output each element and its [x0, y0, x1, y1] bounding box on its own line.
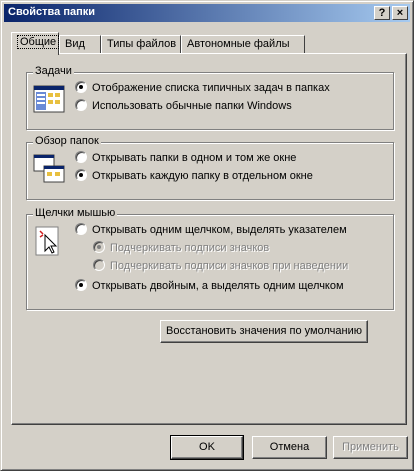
underline-always-label: Подчеркивать подписи значков [110, 242, 270, 254]
tab-offline-files[interactable]: Автономные файлы [181, 35, 305, 53]
same-window-option[interactable]: Открывать папки в одном и том же окне [75, 151, 296, 164]
browse-legend: Обзор папок [33, 135, 101, 147]
restore-defaults-button[interactable]: Восстановить значения по умолчанию [160, 320, 368, 343]
apply-label: Применить [342, 441, 399, 453]
show-tasks-label: Отображение списка типичных задач в папк… [92, 82, 330, 94]
tasks-group: Задачи Отображение списка типичных задач… [26, 65, 394, 130]
double-click-radio[interactable] [75, 279, 87, 291]
cancel-button[interactable]: Отмена [252, 436, 327, 459]
double-click-label: Открывать двойным, а выделять одним щелч… [92, 280, 344, 292]
tab-view[interactable]: Вид [59, 35, 101, 53]
separate-window-option[interactable]: Открывать каждую папку в отдельном окне [75, 169, 313, 182]
classic-folders-radio[interactable] [75, 99, 87, 111]
single-click-option[interactable]: Открывать одним щелчком, выделять указат… [75, 223, 347, 236]
close-button[interactable]: × [392, 6, 408, 20]
tab-general[interactable]: Общие [11, 32, 60, 55]
separate-window-radio[interactable] [75, 169, 87, 181]
classic-folders-label: Использовать обычные папки Windows [92, 100, 292, 112]
ok-button[interactable]: OK [170, 435, 244, 460]
windows-icon [33, 154, 65, 183]
same-window-label: Открывать папки в одном и том же окне [92, 152, 297, 164]
show-tasks-option[interactable]: Отображение списка типичных задач в папк… [75, 81, 330, 94]
folder-options-window: Свойства папки ? × Общие Вид Типы файлов… [0, 0, 414, 471]
window-title: Свойства папки [8, 6, 96, 18]
mouse-clicks-group: Щелчки мышью Открывать одним щелчком, вы… [26, 207, 394, 310]
tab-panel-general: Задачи Отображение списка типичных задач… [11, 53, 407, 425]
help-button[interactable]: ? [374, 6, 390, 20]
double-click-option[interactable]: Открывать двойным, а выделять одним щелч… [75, 279, 344, 292]
underline-hover-radio [93, 259, 105, 271]
underline-hover-option: Подчеркивать подписи значков при наведен… [93, 259, 348, 272]
separate-window-label: Открывать каждую папку в отдельном окне [92, 170, 313, 182]
same-window-radio[interactable] [75, 151, 87, 163]
single-click-radio[interactable] [75, 223, 87, 235]
underline-always-option: Подчеркивать подписи значков [93, 241, 269, 254]
single-click-label: Открывать одним щелчком, выделять указат… [92, 224, 347, 236]
show-tasks-radio[interactable] [75, 81, 87, 93]
underline-always-radio [93, 241, 105, 253]
apply-button[interactable]: Применить [333, 436, 408, 459]
classic-folders-option[interactable]: Использовать обычные папки Windows [75, 99, 292, 112]
tab-file-types[interactable]: Типы файлов [101, 35, 181, 53]
clicks-legend: Щелчки мышью [33, 207, 118, 219]
title-bar[interactable]: Свойства папки ? × [4, 4, 410, 22]
browse-folders-group: Обзор папок Открывать папки в одном и то… [26, 135, 394, 200]
tasks-legend: Задачи [33, 65, 74, 77]
underline-hover-label: Подчеркивать подписи значков при наведен… [110, 260, 349, 272]
task-pane-icon [33, 85, 65, 113]
pointer-icon [35, 226, 59, 256]
